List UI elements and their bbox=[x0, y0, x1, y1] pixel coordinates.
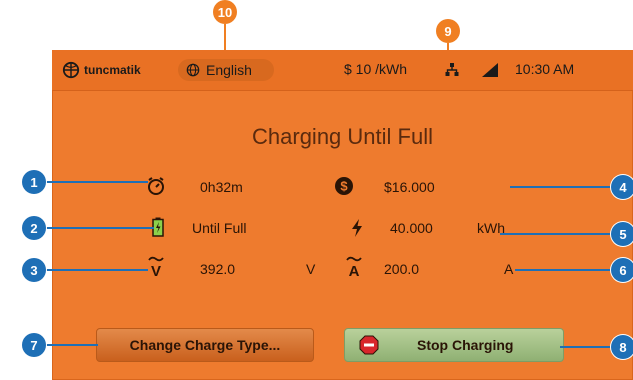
callout-8-line bbox=[560, 346, 613, 348]
current-value: 200.0 bbox=[384, 261, 420, 277]
charge-mode: Until Full bbox=[192, 220, 247, 236]
language-selector[interactable]: English bbox=[178, 59, 274, 81]
callout-10: 10 bbox=[213, 0, 237, 24]
charge-duration: 0h32m bbox=[200, 179, 243, 195]
callout-4-line bbox=[510, 186, 613, 188]
timer-icon bbox=[148, 177, 164, 195]
callout-7-line bbox=[44, 344, 98, 346]
callout-9: 9 bbox=[436, 19, 460, 43]
language-label: English bbox=[206, 62, 252, 78]
charging-status-title: Charging Until Full bbox=[252, 124, 433, 149]
change-charge-type-button[interactable]: Change Charge Type... bbox=[96, 328, 314, 362]
callout-7: 7 bbox=[22, 333, 46, 357]
callout-5: 5 bbox=[611, 222, 633, 246]
signal-strength-icon bbox=[482, 63, 498, 77]
current-icon: A bbox=[346, 256, 362, 279]
lightning-icon bbox=[352, 219, 362, 237]
brand-globe-icon bbox=[62, 61, 80, 79]
voltage-icon: V bbox=[148, 256, 164, 279]
brand-name: tuncmatik bbox=[84, 63, 141, 77]
voltage-unit: V bbox=[306, 261, 316, 277]
callout-8: 8 bbox=[611, 335, 633, 359]
callout-2-line bbox=[44, 227, 154, 229]
callout-1: 1 bbox=[22, 170, 46, 194]
change-charge-type-label: Change Charge Type... bbox=[129, 337, 281, 353]
callout-1-line bbox=[44, 181, 148, 183]
svg-text:V: V bbox=[151, 263, 161, 279]
callout-6-line bbox=[515, 269, 613, 271]
charger-screen: tuncmatik English $ 10 /kWh 10:30 AM Cha… bbox=[52, 50, 633, 380]
callout-2: 2 bbox=[22, 216, 46, 240]
dollar-coin-icon: $ bbox=[335, 177, 353, 195]
network-icon bbox=[445, 63, 459, 76]
clock: 10:30 AM bbox=[515, 61, 575, 77]
status-bar: tuncmatik English $ 10 /kWh 10:30 AM bbox=[52, 50, 633, 91]
callout-6: 6 bbox=[611, 258, 633, 282]
stop-charging-label: Stop Charging bbox=[417, 337, 514, 353]
callout-5-line bbox=[500, 233, 613, 235]
voltage-value: 392.0 bbox=[200, 261, 236, 277]
globe-icon bbox=[186, 63, 200, 77]
price-per-kwh: $ 10 /kWh bbox=[344, 61, 408, 77]
stop-icon bbox=[359, 335, 379, 355]
energy-value: 40.000 bbox=[390, 220, 433, 236]
callout-4: 4 bbox=[611, 175, 633, 199]
svg-text:A: A bbox=[349, 263, 360, 279]
callout-3-line bbox=[44, 269, 148, 271]
current-unit: A bbox=[504, 261, 514, 277]
stop-charging-button[interactable]: Stop Charging bbox=[344, 328, 564, 362]
brand-logo: tuncmatik bbox=[62, 60, 141, 80]
callout-3: 3 bbox=[22, 258, 46, 282]
charge-cost: $16.000 bbox=[384, 179, 435, 195]
svg-text:$: $ bbox=[340, 179, 348, 194]
